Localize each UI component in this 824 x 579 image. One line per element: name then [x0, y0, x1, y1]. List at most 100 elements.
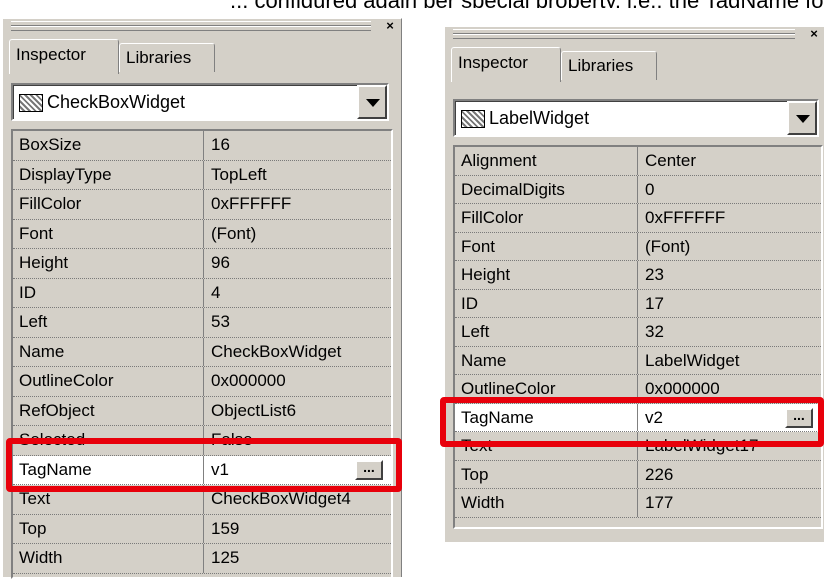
property-grid: BoxSize 16 DisplayType TopLeft FillColor 0xFF… [11, 129, 393, 579]
property-name: FillColor [461, 208, 524, 227]
property-row-font[interactable]: Font (Font) [13, 219, 391, 249]
column-divider[interactable] [203, 396, 204, 425]
property-row-decimaldigits[interactable]: DecimalDigits 0 [455, 175, 821, 204]
property-name: Name [19, 341, 65, 361]
property-value: 159 [211, 518, 240, 538]
property-name: BoxSize [19, 135, 82, 154]
property-name: DisplayType [19, 164, 112, 184]
column-divider[interactable] [203, 278, 204, 307]
property-value: 16 [211, 135, 230, 154]
column-divider[interactable] [637, 204, 638, 232]
column-divider[interactable] [203, 249, 204, 278]
property-row-fillcolor[interactable]: FillColor 0xFFFFFF [13, 190, 391, 220]
column-divider[interactable] [203, 190, 204, 219]
property-name: Top [461, 464, 489, 484]
widget-name: CheckBoxWidget [47, 92, 186, 112]
property-value: 0xFFFFFF [645, 208, 726, 227]
drag-grip[interactable] [11, 26, 371, 31]
widget-selector[interactable]: LabelWidget [453, 99, 819, 137]
property-row-left[interactable]: Left 53 [13, 308, 391, 338]
column-divider[interactable] [203, 160, 204, 189]
property-row-height[interactable]: Height 96 [13, 249, 391, 279]
property-name: ID [19, 282, 36, 302]
property-name: Height [19, 253, 69, 272]
property-row-left[interactable]: Left 32 [455, 318, 821, 347]
close-icon[interactable]: × [807, 27, 821, 41]
property-row-id[interactable]: ID 17 [455, 289, 821, 318]
column-divider[interactable] [203, 514, 204, 543]
property-row-width[interactable]: Width 125 [13, 544, 391, 574]
property-name: Name [461, 350, 507, 370]
property-name: Left [19, 312, 48, 331]
property-row-top[interactable]: Top 226 [455, 460, 821, 489]
chevron-down-icon[interactable] [357, 85, 387, 119]
tab-inspector[interactable]: Inspector [9, 39, 119, 74]
highlight-box [6, 438, 402, 492]
panel-titlebar[interactable]: × [3, 19, 401, 33]
property-value: (Font) [645, 236, 691, 256]
property-row-fillcolor[interactable]: FillColor 0xFFFFFF [455, 204, 821, 233]
property-value: 0xFFFFFF [211, 194, 292, 213]
property-grid: Alignment Center DecimalDigits 0 FillColor 0x… [453, 145, 823, 529]
property-value: 32 [645, 322, 664, 341]
column-divider[interactable] [637, 147, 638, 175]
drag-grip[interactable] [453, 34, 795, 39]
column-divider[interactable] [637, 289, 638, 317]
property-row-name[interactable]: Name LabelWidget [455, 346, 821, 375]
widget-icon [19, 94, 43, 112]
column-divider[interactable] [203, 367, 204, 396]
property-name: DecimalDigits [461, 179, 565, 199]
property-row-refobject[interactable]: RefObject ObjectList6 [13, 396, 391, 426]
column-divider[interactable] [637, 232, 638, 260]
column-divider[interactable] [637, 489, 638, 517]
widget-selector[interactable]: CheckBoxWidget [11, 83, 389, 121]
property-row-top[interactable]: Top 159 [13, 514, 391, 544]
cropped-header-text: ... configured again per special propert… [230, 0, 824, 8]
property-value: 226 [645, 464, 674, 484]
column-divider[interactable] [203, 544, 204, 573]
inspector-panel-checkbox: × Inspector Libraries CheckBoxWidget Box… [2, 18, 402, 579]
property-row-displaytype[interactable]: DisplayType TopLeft [13, 160, 391, 190]
property-row-height[interactable]: Height 23 [455, 261, 821, 290]
property-value: 0x000000 [211, 371, 286, 390]
column-divider[interactable] [203, 219, 204, 248]
property-value: 125 [211, 548, 240, 567]
property-name: Width [461, 493, 505, 512]
property-row-alignment[interactable]: Alignment Center [455, 147, 821, 176]
column-divider[interactable] [637, 346, 638, 374]
column-divider[interactable] [203, 337, 204, 366]
column-divider[interactable] [203, 308, 204, 337]
column-divider[interactable] [203, 131, 204, 160]
property-name: Top [19, 518, 47, 538]
property-value: 53 [211, 312, 230, 331]
property-name: FillColor [19, 194, 82, 213]
property-name: Left [461, 322, 490, 341]
property-row-id[interactable]: ID 4 [13, 278, 391, 308]
property-row-outlinecolor[interactable]: OutlineColor 0x000000 [13, 367, 391, 397]
property-name: Alignment [461, 151, 537, 170]
property-name: Width [19, 548, 63, 567]
tab-libraries[interactable]: Libraries [119, 43, 215, 72]
property-value: 96 [211, 253, 230, 272]
column-divider[interactable] [637, 460, 638, 488]
column-divider[interactable] [637, 261, 638, 289]
widget-icon [461, 110, 485, 128]
tab-inspector[interactable]: Inspector [451, 47, 561, 82]
tab-libraries[interactable]: Libraries [561, 51, 657, 80]
property-row-boxsize[interactable]: BoxSize 16 [13, 131, 391, 161]
property-name: Font [19, 223, 54, 243]
property-row-font[interactable]: Font (Font) [455, 232, 821, 261]
property-row-width[interactable]: Width 177 [455, 489, 821, 518]
column-divider[interactable] [637, 175, 638, 203]
chevron-down-icon[interactable] [787, 101, 817, 135]
close-icon[interactable]: × [383, 19, 397, 33]
column-divider[interactable] [637, 318, 638, 346]
panel-titlebar[interactable]: × [445, 27, 824, 41]
property-name: Font [461, 236, 496, 256]
property-name: Height [461, 265, 511, 284]
property-value: 177 [645, 493, 674, 512]
property-value: LabelWidget [645, 350, 740, 370]
property-row-name[interactable]: Name CheckBoxWidget [13, 337, 391, 367]
property-value: ObjectList6 [211, 400, 297, 420]
property-value: 0 [645, 179, 655, 199]
